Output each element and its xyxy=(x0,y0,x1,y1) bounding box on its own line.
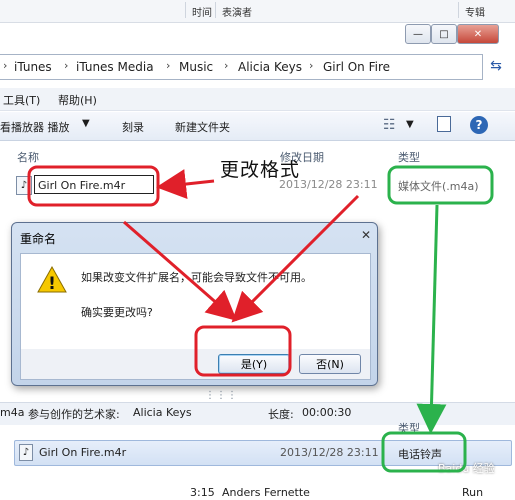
maximize-button[interactable]: □ xyxy=(431,24,457,44)
col-performer[interactable]: 表演者 xyxy=(222,4,252,19)
details-length-label: 长度: xyxy=(268,408,294,421)
svg-text:!: ! xyxy=(48,274,56,293)
details-format: m4a xyxy=(0,406,25,419)
warning-icon: ! xyxy=(37,266,67,293)
chevron-right-icon: › xyxy=(3,59,8,72)
watermark-logo: Baidu 经验 xyxy=(438,462,495,475)
arrow-to-rename-field xyxy=(156,169,215,199)
column-type[interactable]: 类型 xyxy=(398,149,420,165)
lower-column-type[interactable]: 类型 xyxy=(398,420,420,436)
breadcrumb-itunes-media[interactable]: iTunes Media xyxy=(76,60,154,74)
chevron-right-icon[interactable]: › xyxy=(166,59,170,72)
minimize-button[interactable]: — xyxy=(405,24,431,44)
play-with-button[interactable]: 看播放器 播放 xyxy=(0,119,70,135)
breadcrumb-girl-on-fire[interactable]: Girl On Fire xyxy=(323,60,390,74)
annotation-label: 更改格式 xyxy=(220,159,301,181)
details-artist-label: 参与创作的艺术家: xyxy=(28,408,120,421)
col-album[interactable]: 专辑 xyxy=(465,4,485,19)
rename-dialog: 重命名 ✕ ! 如果改变文件扩展名，可能会导致文件不可用。 确实要更改吗? 是(… xyxy=(11,222,378,386)
background-list-header: 时间 表演者 专辑 xyxy=(0,0,515,23)
no-button[interactable]: 否(N) xyxy=(299,354,361,374)
dialog-message: 如果改变文件扩展名，可能会导致文件不可用。 xyxy=(81,271,312,284)
dropdown-arrow-icon[interactable]: ▼ xyxy=(82,118,90,129)
arrow-type-change xyxy=(416,204,447,434)
dialog-footer: 是(Y) 否(N) xyxy=(20,349,371,380)
column-name[interactable]: 名称 xyxy=(17,149,39,165)
preview-pane-icon[interactable] xyxy=(437,116,451,132)
breadcrumb-music[interactable]: Music xyxy=(179,60,213,74)
renamed-file-name: Girl On Fire.m4r xyxy=(39,446,127,459)
dialog-body: ! 如果改变文件扩展名，可能会导致文件不可用。 确实要更改吗? xyxy=(20,253,371,351)
chevron-right-icon[interactable]: › xyxy=(64,59,68,72)
yes-button[interactable]: 是(Y) xyxy=(218,354,290,374)
file-type: 媒体文件(.m4a) xyxy=(398,180,479,193)
view-options-icon[interactable]: ☷ xyxy=(383,117,396,133)
rename-input[interactable]: Girl On Fire.m4r xyxy=(34,175,154,194)
details-artist: Alicia Keys xyxy=(133,406,192,419)
refresh-icon[interactable]: ⇆ xyxy=(485,56,507,76)
chevron-right-icon[interactable]: › xyxy=(309,59,313,72)
breadcrumb-alicia-keys[interactable]: Alicia Keys xyxy=(238,60,302,74)
view-dropdown-icon[interactable]: ▼ xyxy=(406,119,414,130)
track-album: Run xyxy=(462,486,484,499)
new-folder-button[interactable]: 新建文件夹 xyxy=(175,119,230,135)
chevron-right-icon[interactable]: › xyxy=(224,59,228,72)
command-bar: 看播放器 播放 ▼ 刻录 新建文件夹 ☷ ▼ ? xyxy=(0,112,515,141)
details-length: 00:00:30 xyxy=(302,406,352,419)
close-button[interactable]: ✕ xyxy=(457,24,499,44)
audio-file-icon: ♪ xyxy=(19,444,33,461)
renamed-file-date: 2013/12/28 23:11 xyxy=(280,446,379,459)
dialog-close-icon[interactable]: ✕ xyxy=(361,228,377,242)
col-time[interactable]: 时间 xyxy=(192,4,212,19)
renamed-file-type: 电话铃声 xyxy=(398,448,442,461)
dialog-question: 确实要更改吗? xyxy=(81,306,153,319)
track-time: 3:15 xyxy=(190,486,215,499)
menu-help[interactable]: 帮助(H) xyxy=(58,92,97,108)
details-pane: m4a 参与创作的艺术家: Alicia Keys 长度: 00:00:30 xyxy=(0,402,515,425)
audio-file-icon: ♪ xyxy=(16,176,32,195)
pane-splitter[interactable]: ⋮⋮⋮ xyxy=(205,390,238,401)
dialog-title: 重命名 xyxy=(20,232,57,246)
address-bar[interactable]: › iTunes › iTunes Media › Music › Alicia… xyxy=(0,54,483,80)
burn-button[interactable]: 刻录 xyxy=(122,119,144,135)
breadcrumb-itunes[interactable]: iTunes xyxy=(14,60,52,74)
track-artist: Anders Fernette xyxy=(222,486,310,499)
help-icon[interactable]: ? xyxy=(470,116,488,134)
menu-tools[interactable]: 工具(T) xyxy=(3,92,40,108)
menu-bar: 工具(T) 帮助(H) xyxy=(0,88,515,111)
